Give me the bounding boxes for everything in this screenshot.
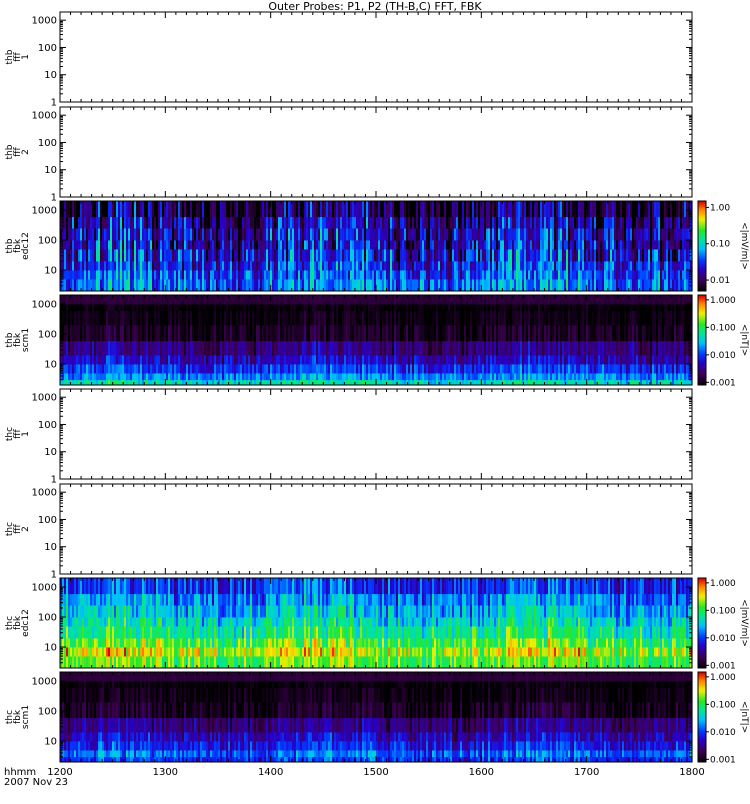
- y-axis: 1 10 100 1000: [32, 107, 692, 204]
- y-tick-label: 100: [38, 138, 57, 149]
- panel-ylabel: edc12: [21, 232, 31, 260]
- panel-3: 1.000.100.01<|mV/m|>101001000thbfbkedc12: [5, 201, 749, 292]
- panel-frame: [60, 107, 692, 197]
- panel-ylabel: 2: [21, 149, 31, 155]
- heatmap-cells: [60, 201, 693, 291]
- figure-title: Outer Probes: P1, P2 (TH-B,C) FFT, FBK: [268, 0, 482, 13]
- x-axis: [60, 107, 692, 197]
- y-tick-label: 10: [44, 266, 57, 277]
- panel-frame: [60, 12, 692, 102]
- y-tick-label: 1: [51, 193, 57, 204]
- panel-ylabel: 1: [21, 54, 31, 60]
- y-tick-label: 1000: [32, 206, 57, 217]
- heatmap-cells: [60, 295, 693, 385]
- y-tick-label: 1: [51, 98, 57, 109]
- x-axis: [60, 12, 692, 102]
- panel-2: 1101001000thbfff2: [5, 107, 692, 204]
- y-tick-label: 10: [44, 70, 57, 81]
- colorbar: 1.00 0.10 0.01 <|mV/m|>: [698, 201, 749, 292]
- tplot-figure: Outer Probes: P1, P2 (TH-B,C) FFT, FBK 1…: [0, 0, 750, 800]
- y-axis: 1 10 100 1000: [32, 12, 692, 109]
- panel-1: 1101001000thbfff1: [5, 12, 692, 109]
- y-tick-label: 1000: [32, 16, 57, 27]
- y-tick-label: 10: [44, 165, 57, 176]
- colorbar-label: <|mV/m|>: [739, 222, 749, 270]
- colorbar-tick-label: 0.01: [710, 276, 730, 286]
- y-tick-label: 100: [38, 43, 57, 54]
- panel-4: 1.0000.1000.0100.001<|nT|>101001000thbfb…: [5, 295, 749, 388]
- spectrogram-stack: Outer Probes: P1, P2 (TH-B,C) FFT, FBK 1…: [0, 0, 750, 800]
- colorbar-tick-label: 1.00: [710, 203, 730, 213]
- colorbar-tick-label: 0.10: [710, 240, 730, 250]
- y-tick-label: 1000: [32, 111, 57, 122]
- y-tick-label: 100: [38, 236, 57, 247]
